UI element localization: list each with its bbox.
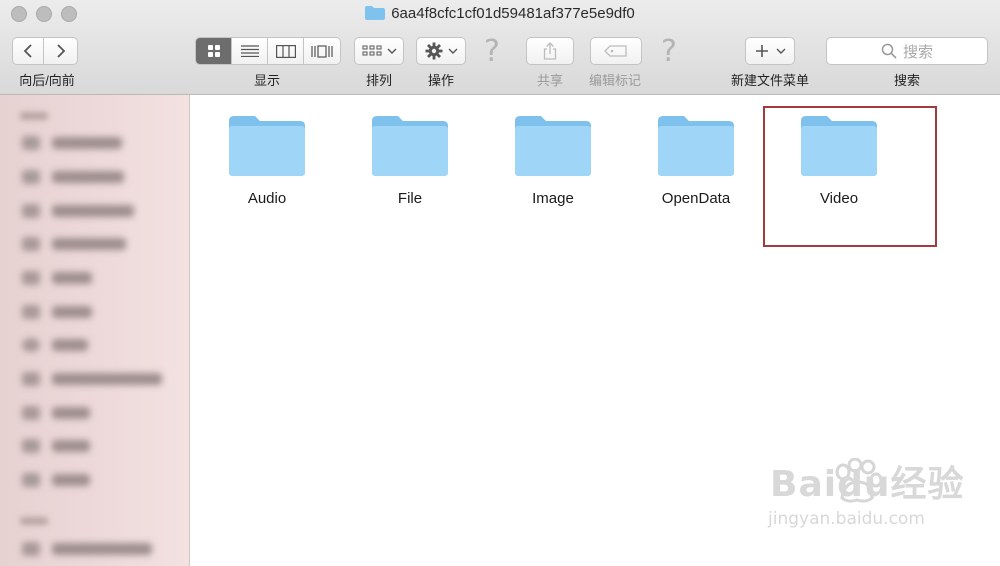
chevron-right-icon	[56, 44, 65, 58]
share-label: 共享	[536, 73, 564, 88]
sidebar-item[interactable]	[22, 542, 152, 556]
tag-icon	[604, 45, 627, 57]
baidu-watermark: Baidu经验 jingyan.baidu.com	[768, 455, 965, 529]
arrange-label: 排列	[365, 73, 393, 88]
new-folder-menu-label: 新建文件菜单	[730, 73, 810, 88]
sidebar-item[interactable]	[22, 473, 90, 487]
chevron-down-icon	[387, 48, 396, 54]
edit-tags-button[interactable]	[590, 37, 642, 65]
list-view-button[interactable]	[232, 38, 268, 64]
cover-flow-button[interactable]	[304, 38, 340, 64]
sidebar-item[interactable]	[22, 136, 122, 150]
folder-icon	[229, 116, 305, 176]
sidebar-item[interactable]	[22, 237, 126, 251]
window-toolbar: 6aa4f8cfc1cf01d59481af377e5e9df0 向后/向前 显…	[0, 0, 1000, 95]
columns-icon	[275, 44, 296, 58]
sidebar-item[interactable]	[22, 372, 162, 386]
help-question-icon: ?	[661, 34, 677, 69]
grid-icon	[207, 45, 220, 57]
folder-icon	[515, 116, 591, 176]
chevron-down-icon	[448, 48, 457, 54]
folder-name: Audio	[247, 190, 287, 207]
search-placeholder: 搜索	[902, 43, 933, 61]
plus-icon	[755, 45, 768, 57]
help-question-icon: ?	[484, 34, 500, 69]
sidebar-item[interactable]	[22, 338, 88, 352]
gear-icon	[425, 42, 442, 60]
edit-tags-label: 编辑标记	[588, 73, 642, 88]
sidebar	[0, 95, 190, 566]
chevron-left-icon	[23, 44, 32, 58]
search-label: 搜索	[893, 73, 921, 88]
sidebar-section-header	[20, 112, 48, 120]
cover-flow-icon	[311, 44, 333, 58]
folder-icon	[658, 116, 734, 176]
watermark-url: jingyan.baidu.com	[768, 509, 925, 529]
sidebar-item[interactable]	[22, 170, 124, 184]
arrange-icon	[362, 45, 381, 56]
sidebar-item[interactable]	[22, 271, 92, 285]
action-label: 操作	[427, 73, 455, 88]
sidebar-item[interactable]	[22, 439, 90, 453]
list-icon	[240, 45, 259, 57]
folder-item-image[interactable]: Image	[488, 113, 618, 207]
folder-icon	[365, 6, 386, 20]
folder-icon	[372, 116, 448, 176]
chevron-down-icon	[776, 48, 785, 54]
sidebar-item[interactable]	[22, 204, 134, 218]
folder-item-audio[interactable]: Audio	[202, 113, 332, 207]
watermark-brand: Baidu经验	[770, 464, 965, 505]
share-button[interactable]	[526, 37, 574, 65]
folder-name: OpenData	[661, 190, 731, 207]
back-button[interactable]	[12, 37, 44, 65]
folder-name: File	[397, 190, 423, 207]
action-button[interactable]	[416, 37, 466, 65]
sidebar-item[interactable]	[22, 406, 90, 420]
forward-button[interactable]	[43, 37, 78, 65]
column-view-button[interactable]	[268, 38, 304, 64]
icon-view-button[interactable]	[196, 38, 232, 64]
sidebar-item[interactable]	[22, 305, 92, 319]
nav-label: 向后/向前	[19, 73, 75, 88]
new-folder-menu-button[interactable]	[745, 37, 795, 65]
window-title: 6aa4f8cfc1cf01d59481af377e5e9df0	[391, 5, 635, 22]
view-label: 显示	[253, 73, 281, 88]
arrange-button[interactable]	[354, 37, 404, 65]
search-icon	[881, 43, 897, 59]
folder-item-opendata[interactable]: OpenData	[631, 113, 761, 207]
selection-highlight	[763, 106, 937, 247]
view-mode-control	[195, 37, 341, 65]
folder-name: Image	[532, 190, 574, 207]
window-title-bar: 6aa4f8cfc1cf01d59481af377e5e9df0	[0, 3, 1000, 25]
share-icon	[543, 42, 557, 60]
sidebar-section-header	[20, 517, 48, 525]
folder-item-file[interactable]: File	[345, 113, 475, 207]
search-input[interactable]: 搜索	[826, 37, 988, 65]
